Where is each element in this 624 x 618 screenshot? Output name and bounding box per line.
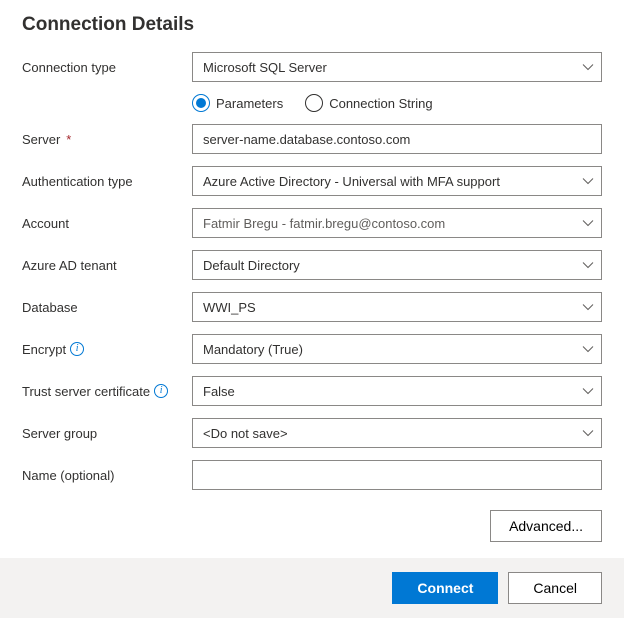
server-label: Server xyxy=(22,132,60,147)
tenant-label: Azure AD tenant xyxy=(22,258,192,273)
database-label: Database xyxy=(22,300,192,315)
database-select[interactable]: WWI_PS xyxy=(192,292,602,322)
dialog-footer: Connect Cancel xyxy=(0,558,624,618)
cancel-button[interactable]: Cancel xyxy=(508,572,602,604)
advanced-button[interactable]: Advanced... xyxy=(490,510,602,542)
radio-connection-string-label: Connection String xyxy=(329,96,432,111)
auth-type-select[interactable]: Azure Active Directory - Universal with … xyxy=(192,166,602,196)
trust-cert-label: Trust server certificate xyxy=(22,384,150,399)
info-icon[interactable]: i xyxy=(154,384,168,398)
name-label: Name (optional) xyxy=(22,468,192,483)
server-group-select[interactable]: <Do not save> xyxy=(192,418,602,448)
connection-type-select[interactable]: Microsoft SQL Server xyxy=(192,52,602,82)
name-input[interactable] xyxy=(192,460,602,490)
encrypt-select[interactable]: Mandatory (True) xyxy=(192,334,602,364)
server-group-label: Server group xyxy=(22,426,192,441)
radio-parameters-label: Parameters xyxy=(216,96,283,111)
radio-connection-string[interactable]: Connection String xyxy=(305,94,432,112)
trust-cert-select[interactable]: False xyxy=(192,376,602,406)
info-icon[interactable]: i xyxy=(70,342,84,356)
auth-type-label: Authentication type xyxy=(22,174,192,189)
required-asterisk: * xyxy=(66,132,71,147)
server-input[interactable] xyxy=(192,124,602,154)
account-select[interactable]: Fatmir Bregu - fatmir.bregu@contoso.com xyxy=(192,208,602,238)
connection-type-label: Connection type xyxy=(22,60,192,75)
account-label: Account xyxy=(22,216,192,231)
radio-parameters[interactable]: Parameters xyxy=(192,94,283,112)
connect-button[interactable]: Connect xyxy=(392,572,498,604)
radio-selected-icon xyxy=(192,94,210,112)
radio-unselected-icon xyxy=(305,94,323,112)
encrypt-label: Encrypt xyxy=(22,342,66,357)
page-title: Connection Details xyxy=(22,14,602,36)
tenant-select[interactable]: Default Directory xyxy=(192,250,602,280)
